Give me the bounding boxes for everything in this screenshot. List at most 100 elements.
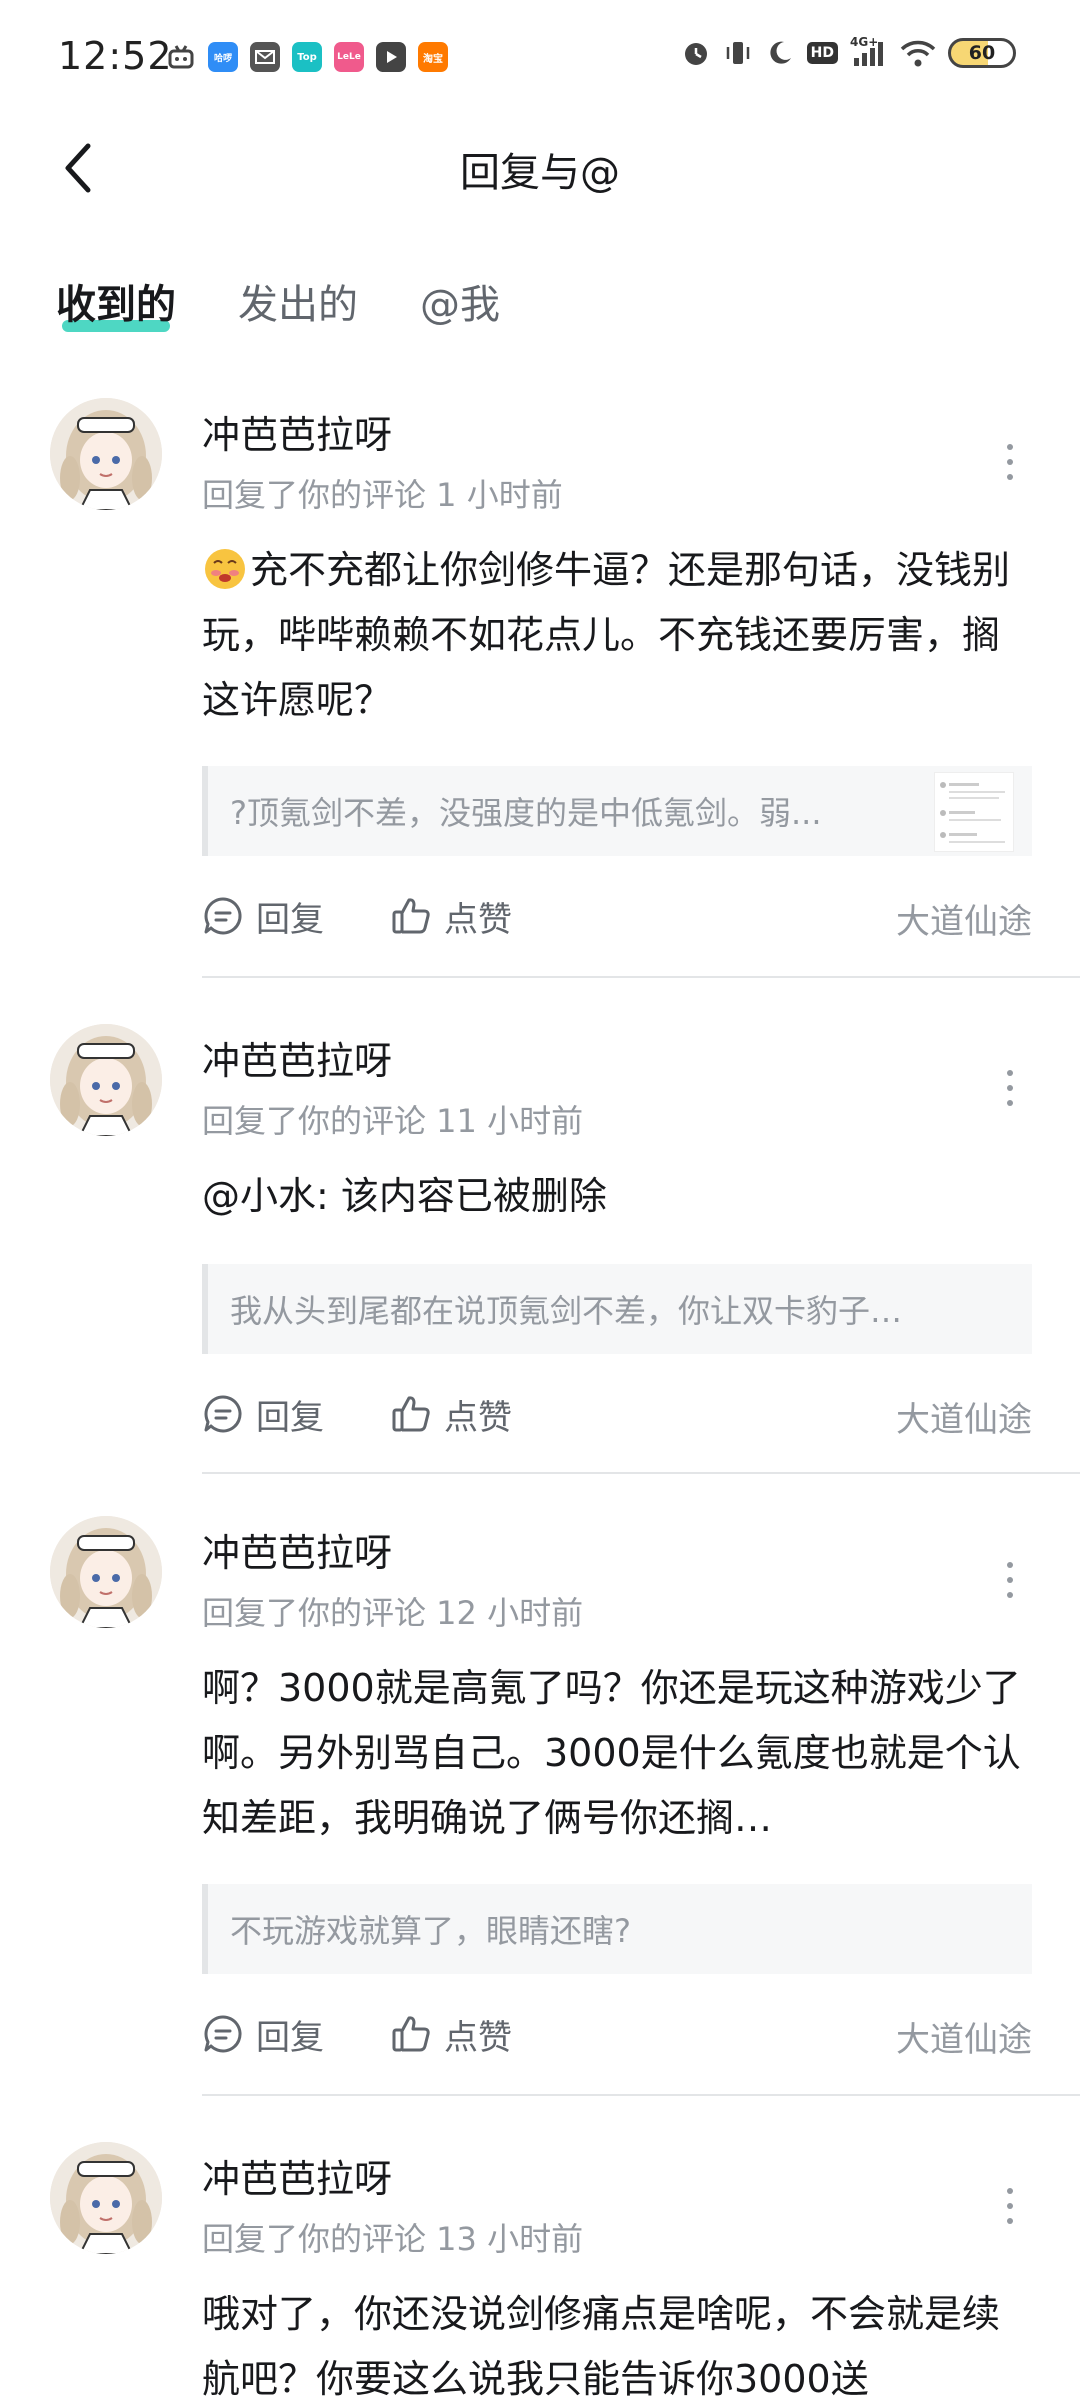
avatar[interactable] — [50, 398, 162, 510]
reply-meta: 回复了你的评论 11 小时前 — [202, 1102, 584, 1140]
wifi-icon — [900, 38, 936, 68]
divider — [202, 1472, 1080, 1474]
avatar[interactable] — [50, 1516, 162, 1628]
like-button[interactable]: 点赞 — [390, 2004, 512, 2064]
haluo-app-label: 哈啰 — [213, 53, 232, 64]
reply-item[interactable]: 冲芭芭拉呀 回复了你的评论 13 小时前 哦对了，你还没说剑修痛点是啥呢，不会就… — [0, 2124, 1080, 2400]
action-bar: 回复 点赞 大道仙途 — [202, 1384, 1032, 1444]
reply-text: 充不充都让你剑修牛逼？还是那句话，没钱别玩，哔哔赖赖不如花点儿。不充钱还要厉害，… — [202, 548, 1011, 722]
like-button[interactable]: 点赞 — [390, 886, 512, 946]
action-bar: 回复 点赞 大道仙途 — [202, 886, 1032, 946]
reply-text: @小水: 该内容已被删除 — [202, 1174, 607, 1218]
reply-meta: 回复了你的评论 12 小时前 — [202, 1594, 584, 1632]
reply-content[interactable]: @小水: 该内容已被删除 — [202, 1164, 1032, 1229]
reply-button[interactable]: 回复 — [202, 2004, 324, 2064]
more-dot — [1007, 459, 1013, 465]
tab-mentions[interactable]: @我 — [420, 272, 500, 338]
more-options-button[interactable] — [990, 432, 1030, 492]
alarm-icon — [681, 38, 711, 68]
reply-meta: 回复了你的评论 1 小时前 — [202, 476, 563, 514]
more-options-button[interactable] — [990, 1058, 1030, 1118]
more-dot — [1007, 474, 1013, 480]
comment-icon — [204, 897, 242, 935]
reply-content[interactable]: 充不充都让你剑修牛逼？还是那句话，没钱别玩，哔哔赖赖不如花点儿。不充钱还要厉害，… — [202, 538, 1032, 733]
thumbs-up-icon — [392, 2016, 430, 2052]
user-name[interactable]: 冲芭芭拉呀 — [202, 1522, 392, 1577]
more-dot — [1007, 2203, 1013, 2209]
system-status-icons: HD 4G+ 60 — [681, 35, 1016, 68]
taobao-app-label: 淘宝 — [423, 53, 443, 65]
more-dot — [1007, 1562, 1013, 1568]
tab-label: @我 — [420, 282, 500, 328]
avatar[interactable] — [50, 2142, 162, 2254]
like-label: 点赞 — [444, 899, 512, 940]
user-name[interactable]: 冲芭芭拉呀 — [202, 404, 392, 459]
network-type: 4G+ — [850, 35, 879, 49]
moon-icon — [765, 38, 795, 68]
vibrate-icon — [723, 38, 753, 68]
quoted-text: ?顶氪剑不差，没强度的是中低氪剑。弱... — [230, 794, 822, 832]
tab-received[interactable]: 收到的 — [56, 272, 176, 338]
reply-label: 回复 — [256, 1397, 324, 1438]
reply-text: 哦对了，你还没说剑修痛点是啥呢，不会就是续航吧？你要这么说我只能告诉你3000送 — [202, 2292, 1001, 2400]
comment-icon — [204, 1395, 242, 1433]
avatar[interactable] — [50, 1024, 162, 1136]
reply-label: 回复 — [256, 899, 324, 940]
source-link[interactable]: 大道仙途 — [896, 1392, 1032, 1441]
tab-sent[interactable]: 发出的 — [238, 272, 358, 338]
divider — [202, 976, 1080, 978]
user-name[interactable]: 冲芭芭拉呀 — [202, 2148, 392, 2203]
reply-label: 回复 — [256, 2017, 324, 2058]
source-link[interactable]: 大道仙途 — [896, 2012, 1032, 2061]
like-label: 点赞 — [444, 1397, 512, 1438]
lele-app-label: LeLe — [337, 52, 361, 62]
battery-indicator: 60 — [948, 38, 1016, 68]
thumbs-up-icon — [392, 1396, 430, 1432]
reply-item[interactable]: 冲芭芭拉呀 回复了你的评论 1 小时前 充不充都让你剑修牛逼？还是那句话，没钱别… — [0, 380, 1080, 980]
more-dot — [1007, 1592, 1013, 1598]
comment-icon — [204, 2015, 242, 2053]
notification-icons: 哈啰 Top LeLe 淘宝 — [166, 42, 448, 72]
more-dot — [1007, 2188, 1013, 2194]
quoted-comment[interactable]: ?顶氪剑不差，没强度的是中低氪剑。弱... — [202, 766, 1032, 856]
tab-label: 发出的 — [238, 282, 358, 328]
divider — [202, 2094, 1080, 2096]
quoted-text: 我从头到尾都在说顶氪剑不差，你让双卡豹子… — [230, 1292, 903, 1330]
quoted-text: 不玩游戏就算了，眼睛还瞎? — [230, 1912, 631, 1950]
video-app-icon — [376, 42, 406, 72]
page-title: 回复与@ — [460, 150, 620, 196]
like-button[interactable]: 点赞 — [390, 1384, 512, 1444]
lele-app-icon: LeLe — [334, 42, 364, 72]
more-options-button[interactable] — [990, 1550, 1030, 1610]
source-link[interactable]: 大道仙途 — [896, 894, 1032, 943]
status-time: 12:52 — [58, 34, 173, 78]
tab-bar: 收到的 发出的 @我 — [56, 272, 500, 338]
reply-button[interactable]: 回复 — [202, 1384, 324, 1444]
reply-content[interactable]: 啊？3000就是高氪了吗？你还是玩这种游戏少了啊。另外别骂自己。3000是什么氪… — [202, 1656, 1032, 1851]
more-dot — [1007, 1577, 1013, 1583]
status-bar: 12:52 哈啰 Top LeLe 淘宝 HD 4G+ 60 — [0, 0, 1080, 110]
quoted-comment[interactable]: 我从头到尾都在说顶氪剑不差，你让双卡豹子… — [202, 1264, 1032, 1354]
reply-item[interactable]: 冲芭芭拉呀 回复了你的评论 11 小时前 @小水: 该内容已被删除 我从头到尾都… — [0, 1006, 1080, 1500]
user-name[interactable]: 冲芭芭拉呀 — [202, 1030, 392, 1085]
more-dot — [1007, 1085, 1013, 1091]
haluo-app-icon: 哈啰 — [208, 42, 238, 72]
top-app-icon: Top — [292, 42, 322, 72]
quoted-comment[interactable]: 不玩游戏就算了，眼睛还瞎? — [202, 1884, 1032, 1974]
more-dot — [1007, 444, 1013, 450]
hd-badge: HD — [806, 42, 838, 64]
reply-content[interactable]: 哦对了，你还没说剑修痛点是啥呢，不会就是续航吧？你要这么说我只能告诉你3000送 — [202, 2282, 1032, 2400]
top-app-label: Top — [297, 51, 317, 63]
top-bar: 回复与@ — [0, 118, 1080, 218]
action-bar: 回复 点赞 大道仙途 — [202, 2004, 1032, 2064]
more-dot — [1007, 1070, 1013, 1076]
more-options-button[interactable] — [990, 2176, 1030, 2236]
reply-item[interactable]: 冲芭芭拉呀 回复了你的评论 12 小时前 啊？3000就是高氪了吗？你还是玩这种… — [0, 1498, 1080, 2124]
like-label: 点赞 — [444, 2017, 512, 2058]
reply-button[interactable]: 回复 — [202, 886, 324, 946]
reply-text: 啊？3000就是高氪了吗？你还是玩这种游戏少了啊。另外别骂自己。3000是什么氪… — [202, 1666, 1021, 1840]
more-dot — [1007, 1100, 1013, 1106]
battery-level: 60 — [968, 42, 996, 64]
more-dot — [1007, 2218, 1013, 2224]
reply-meta: 回复了你的评论 13 小时前 — [202, 2220, 584, 2258]
